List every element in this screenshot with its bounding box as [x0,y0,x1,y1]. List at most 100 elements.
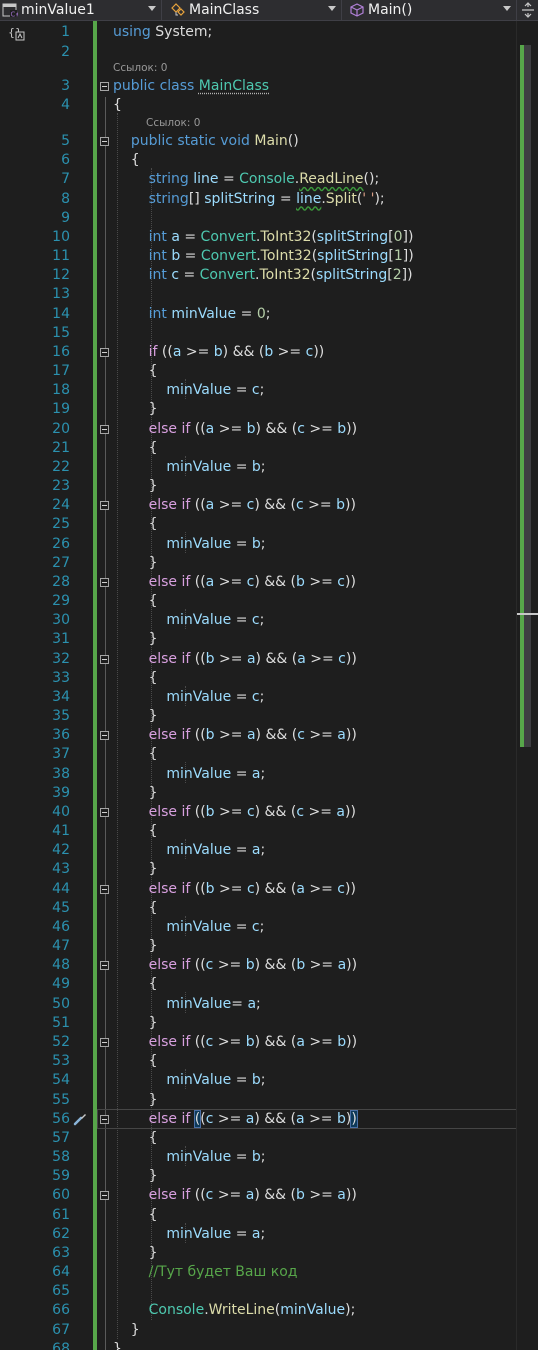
code-token: b [337,1033,347,1050]
code-text: } [113,1243,158,1263]
line-number: 30 [52,612,70,629]
code-line[interactable]: 32 else if ((b >= a) && (a >= c)) [0,649,520,669]
code-token: minValue [166,765,232,782]
code-line[interactable]: 42 minValue = a; [0,840,520,860]
code-token: ]) [402,248,414,265]
code-line[interactable]: 24 else if ((a >= c) && (c >= b)) [0,495,520,515]
code-line[interactable]: 35 } [0,706,520,726]
code-line[interactable]: 47 } [0,936,520,956]
member-dropdown[interactable]: Main() [347,0,517,20]
code-line[interactable]: 17 { [0,361,520,381]
code-line[interactable]: 45 { [0,898,520,918]
split-editor-icon[interactable] [520,2,536,18]
code-line[interactable]: 61 { [0,1205,520,1225]
type-dropdown[interactable]: MainClass [168,0,342,20]
code-text: { [113,898,158,918]
code-line[interactable]: 59 } [0,1166,520,1186]
code-line[interactable]: 25 { [0,514,520,534]
code-token: ); [345,1302,356,1319]
code-line[interactable]: 4{ [0,95,520,115]
code-line[interactable]: 15 [0,323,520,343]
code-line[interactable]: 1 using System; [0,22,520,42]
code-line[interactable]: 34 minValue = c; [0,687,520,707]
code-line[interactable]: 5 public static void Main() [0,131,520,151]
code-token: b [337,420,347,437]
code-line[interactable]: 36 else if ((b >= a) && (c >= a)) [0,725,520,745]
code-text: } [113,936,158,956]
code-token: minValue [166,842,232,859]
code-token: int [148,248,172,265]
line-number: 16 [52,343,70,360]
code-line[interactable]: 43 } [0,859,520,879]
project-dropdown[interactable]: C# minValue1 [0,0,162,20]
code-token: else if [148,1033,191,1050]
code-line[interactable]: 23 } [0,476,520,496]
code-line[interactable]: 2 [0,42,520,62]
code-line[interactable]: 67 } [0,1320,520,1340]
code-line[interactable]: 53 { [0,1051,520,1071]
vertical-scrollbar[interactable] [516,21,538,1350]
code-line[interactable]: 29 { [0,591,520,611]
code-line[interactable]: 21 { [0,438,520,458]
code-line[interactable]: 49 { [0,974,520,994]
code-line[interactable]: 8 string[] splitString = line.Split(' ')… [0,189,520,209]
code-line[interactable]: 64 //Тут будет Ваш код [0,1262,520,1282]
code-token: b [251,1072,261,1089]
code-line[interactable]: 52 else if ((c >= b) && (a >= b)) [0,1032,520,1052]
code-line[interactable]: 50 minValue= a; [0,994,520,1014]
line-number: 49 [52,976,70,993]
code-line[interactable]: 28 else if ((a >= c) && (b >= c)) [0,572,520,592]
code-line[interactable]: 31 } [0,629,520,649]
code-line[interactable]: 40 else if ((b >= c) && (c >= a)) [0,802,520,822]
code-line[interactable]: 22 minValue = b; [0,457,520,477]
code-line[interactable]: 62 minValue = a; [0,1224,520,1244]
code-line[interactable]: 51 } [0,1013,520,1033]
code-token: >= [305,957,338,974]
code-line[interactable]: 11 int b = Convert.ToInt32(splitString[1… [0,246,520,266]
line-number: 45 [52,899,70,916]
code-line[interactable]: 20 else if ((a >= b) && (c >= b)) [0,419,520,439]
code-line[interactable]: 57 { [0,1128,520,1148]
code-line[interactable]: 19 } [0,399,520,419]
code-line[interactable]: 7 string line = Console.ReadLine(); [0,169,520,189]
codelens-references[interactable]: Ссылок: 0 [146,117,200,129]
code-line[interactable]: 26 minValue = b; [0,534,520,554]
screwdriver-icon[interactable] [72,1111,88,1127]
line-number: 27 [52,554,70,571]
code-line[interactable]: 66 Console.WriteLine(minValue); [0,1300,520,1320]
code-line[interactable]: 16 if ((a >= b) && (b >= c)) [0,342,520,362]
code-line[interactable]: 6 { [0,150,520,170]
code-text: else if ((b >= a) && (a >= c)) [113,649,357,669]
code-line[interactable]: 3 public class MainClass [0,76,520,96]
code-line[interactable]: 48 else if ((c >= b) && (b >= a)) [0,955,520,975]
code-line[interactable]: 18 minValue = c; [0,380,520,400]
code-line[interactable]: 41 { [0,821,520,841]
code-line[interactable]: 37 { [0,744,520,764]
code-line[interactable]: 14 int minValue = 0; [0,304,520,324]
code-line[interactable]: 68} [0,1339,520,1350]
code-line[interactable]: 39 } [0,783,520,803]
code-line[interactable]: 46 minValue = c; [0,917,520,937]
code-line[interactable]: 54 minValue = b; [0,1070,520,1090]
codelens-references[interactable]: Ссылок: 0 [113,62,167,74]
code-line[interactable]: 65 [0,1281,520,1301]
code-line[interactable]: 9 [0,208,520,228]
code-line[interactable]: 55 } [0,1090,520,1110]
code-token: 1 [393,248,403,265]
code-line[interactable]: 27 } [0,553,520,573]
code-line[interactable]: 58 minValue = b; [0,1147,520,1167]
code-line[interactable]: 13 [0,284,520,304]
code-editor[interactable]: {} Ссылок: 0 Ссылок: 0 1 using System; 2 3 pu… [0,21,538,1350]
code-line[interactable]: 10 int a = Convert.ToInt32(splitString[0… [0,227,520,247]
code-line[interactable]: 44 else if ((b >= c) && (a >= c)) [0,879,520,899]
code-line[interactable]: 63 } [0,1243,520,1263]
code-line[interactable]: 38 minValue = a; [0,764,520,784]
code-line[interactable]: 60 else if ((c >= a) && (b >= a)) [0,1185,520,1205]
code-line[interactable]: 33 { [0,668,520,688]
code-line[interactable]: 30 minValue = c; [0,610,520,630]
line-number: 17 [52,363,70,380]
code-token: (( [190,957,206,974]
code-line[interactable]: 12 int c = Convert.ToInt32(splitString[2… [0,265,520,285]
